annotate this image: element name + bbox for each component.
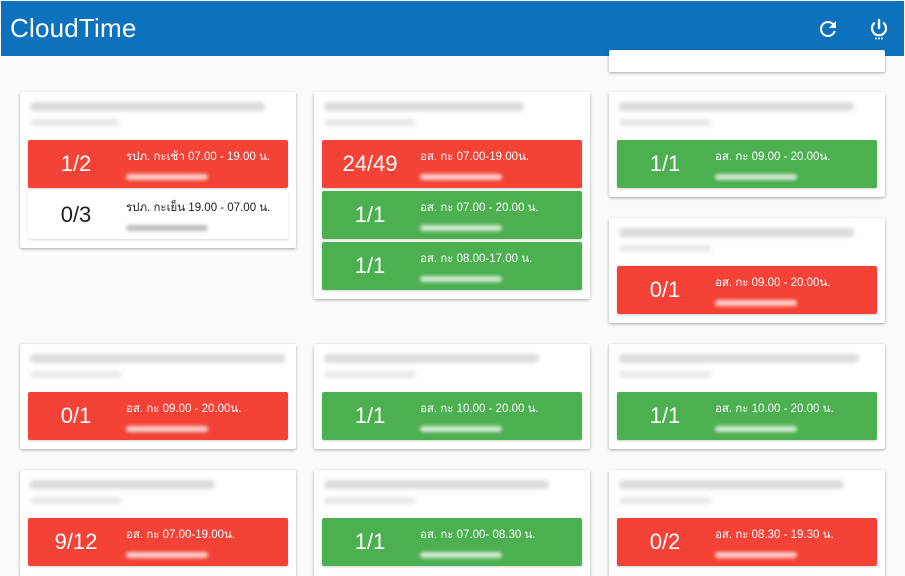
shift-count: 24/49 [342, 151, 398, 176]
site-card-header [28, 470, 288, 518]
shift-label: รปภ. กะเย็น 19.00 - 07.00 น. [126, 202, 271, 214]
site-card: 0/1 อส. กะ 09.00 - 20.00น. [609, 218, 885, 323]
shift-label: อส. กะ 10.00 - 20.00 น. [715, 403, 834, 415]
site-card: 0/2 อส. กะ 08.30 - 19.30 น. [609, 470, 885, 576]
shift-count: 9/12 [54, 529, 98, 554]
shift-count: 0/1 [60, 403, 92, 428]
site-card-header [322, 470, 582, 518]
shift-count: 1/1 [649, 151, 681, 176]
site-card: 1/1 อส. กะ 10.00 - 20.00 น. [609, 344, 885, 449]
site-card: 0/1 อส. กะ 09.00 - 20.00น. [20, 344, 296, 449]
shift-row[interactable]: 1/2 รปภ. กะเช้า 07.00 - 19.00 น. [28, 140, 288, 188]
shift-row[interactable]: 24/49 อส. กะ 07.00-19.00น. [322, 140, 582, 188]
power-icon [870, 18, 888, 40]
shift-label: อส. กะ 09.00 - 20.00น. [715, 277, 831, 289]
shift-row[interactable]: 1/1 อส. กะ 10.00 - 20.00 น. [322, 392, 582, 440]
site-card-partial [609, 50, 885, 72]
shift-count: 1/2 [60, 151, 92, 176]
shift-row[interactable]: 0/1 อส. กะ 09.00 - 20.00น. [617, 266, 877, 314]
shift-row[interactable]: 1/1 อส. กะ 07.00- 08.30 น. [322, 518, 582, 566]
shift-count: 1/1 [649, 403, 681, 428]
app-bar: CloudTime [1, 1, 904, 56]
shift-row[interactable]: 1/1 อส. กะ 09.00 - 20.00น. [617, 140, 877, 188]
shift-row[interactable]: 9/12 อส. กะ 07.00-19.00น. [28, 518, 288, 566]
shift-count: 0/1 [649, 277, 681, 302]
shift-label: อส. กะ 08.00-17.00 น. [420, 253, 533, 265]
site-card: 1/1 อส. กะ 09.00 - 20.00น. [609, 92, 885, 197]
site-card-header [617, 218, 877, 266]
shift-label: อส. กะ 10.00 - 20.00 น. [420, 403, 539, 415]
shift-label: อส. กะ 07.00- 08.30 น. [420, 529, 536, 541]
site-card: 9/12 อส. กะ 07.00-19.00น. [20, 470, 296, 576]
shift-label: อส. กะ 09.00 - 20.00น. [126, 403, 242, 415]
site-card-header [322, 344, 582, 392]
site-card: 24/49 อส. กะ 07.00-19.00น. 1/1 อส. กะ 07.0… [314, 92, 590, 299]
shift-row[interactable]: 1/1 อส. กะ 07.00 - 20.00 น. [322, 191, 582, 239]
shift-count: 0/2 [649, 529, 681, 554]
logout-button[interactable] [865, 15, 893, 43]
refresh-icon [819, 20, 836, 37]
shift-count: 1/1 [354, 253, 386, 278]
shift-count: 1/1 [354, 529, 386, 554]
shift-label: อส. กะ 07.00-19.00น. [420, 151, 530, 163]
site-card-header [617, 344, 877, 392]
shift-count: 1/1 [354, 202, 386, 227]
shift-row[interactable]: 0/3 รปภ. กะเย็น 19.00 - 07.00 น. [28, 191, 288, 239]
site-card-header [617, 470, 877, 518]
site-card-header [322, 92, 582, 140]
shift-label: อส. กะ 07.00-19.00น. [126, 529, 236, 541]
site-card: 1/2 รปภ. กะเช้า 07.00 - 19.00 น. 0/3 รปภ. … [20, 92, 296, 248]
site-card: 1/1 อส. กะ 10.00 - 20.00 น. [314, 344, 590, 449]
site-card-header [28, 92, 288, 140]
refresh-button[interactable] [814, 15, 842, 43]
shift-row[interactable]: 0/2 อส. กะ 08.30 - 19.30 น. [617, 518, 877, 566]
shift-count: 1/1 [354, 403, 386, 428]
shift-label: อส. กะ 08.30 - 19.30 น. [715, 529, 834, 541]
shift-label: อส. กะ 07.00 - 20.00 น. [420, 202, 539, 214]
shift-label: รปภ. กะเช้า 07.00 - 19.00 น. [126, 151, 271, 163]
site-card-header [617, 92, 877, 140]
shift-count: 0/3 [60, 202, 92, 227]
shift-row[interactable]: 1/1 อส. กะ 08.00-17.00 น. [322, 242, 582, 290]
shift-label: อส. กะ 09.00 - 20.00น. [715, 151, 831, 163]
shift-row[interactable]: 0/1 อส. กะ 09.00 - 20.00น. [28, 392, 288, 440]
shift-row[interactable]: 1/1 อส. กะ 10.00 - 20.00 น. [617, 392, 877, 440]
site-card: 1/1 อส. กะ 07.00- 08.30 น. [314, 470, 590, 576]
site-card-header [28, 344, 288, 392]
app-title: CloudTime [10, 13, 137, 43]
